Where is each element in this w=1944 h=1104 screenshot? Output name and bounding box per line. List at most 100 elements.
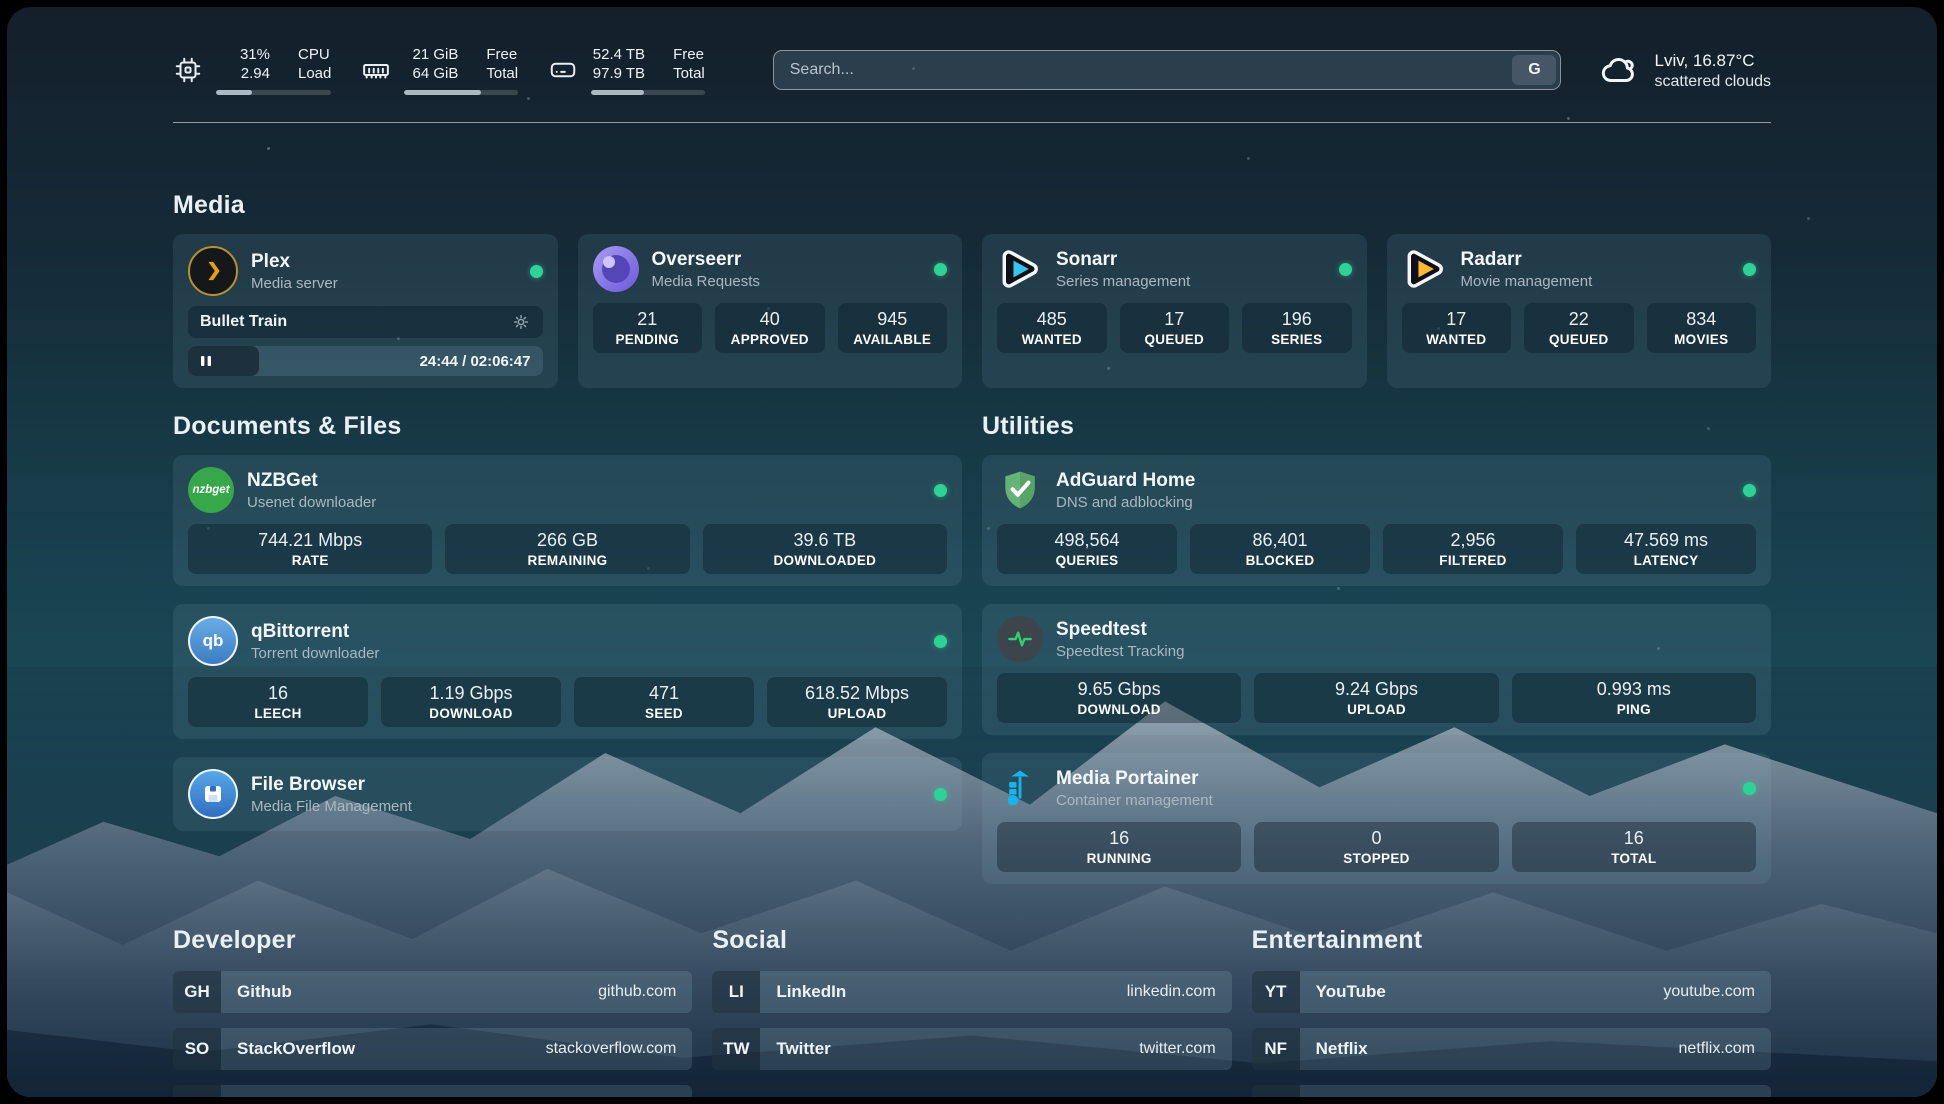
- link-netflix[interactable]: NF Netflix netflix.com: [1252, 1028, 1771, 1070]
- stat-value: 17: [1124, 308, 1226, 331]
- card-adguard[interactable]: AdGuard Home DNS and adblocking 498,564 …: [982, 455, 1771, 586]
- stat-series: 196 SERIES: [1242, 303, 1352, 353]
- weather-text: Lviv, 16.87°C scattered clouds: [1654, 49, 1771, 92]
- stat-value: 196: [1246, 308, 1348, 331]
- cpu-progress-fill: [216, 90, 252, 95]
- card-filebrowser[interactable]: File Browser Media File Management: [173, 757, 962, 831]
- storage-progress-track: [591, 90, 705, 95]
- adguard-status-dot: [1743, 484, 1756, 497]
- link-abbr: YT: [1252, 971, 1300, 1013]
- storage-total-value: 97.9 TB: [591, 64, 645, 83]
- adguard-title: AdGuard Home: [1056, 469, 1195, 493]
- stat-wanted: 17 WANTED: [1402, 303, 1512, 353]
- stat-download: 1.19 Gbps DOWNLOAD: [381, 677, 561, 727]
- link-name: Reddit: [1316, 1096, 1369, 1097]
- card-plex[interactable]: Plex Media server Bullet Train: [173, 234, 558, 388]
- memory-total-value: 64 GiB: [404, 64, 458, 83]
- link-url: twitter.com: [1139, 1040, 1215, 1058]
- stat-label: FILTERED: [1387, 552, 1559, 569]
- stat-label: QUEUED: [1528, 331, 1630, 348]
- nzbget-icon: nzbget: [188, 467, 234, 513]
- section-documents: Documents & Files nzbget NZBGet Usenet d…: [173, 412, 962, 831]
- stat-label: PING: [1516, 701, 1752, 718]
- stat-value: 0: [1258, 827, 1494, 850]
- link-url: youtube.com: [1663, 983, 1755, 1001]
- link-abbr: GH: [173, 971, 221, 1013]
- filebrowser-subtitle: Media File Management: [251, 797, 412, 816]
- stat-label: QUEUED: [1124, 331, 1226, 348]
- stat-running: 16 RUNNING: [997, 822, 1241, 872]
- stat-label: APPROVED: [719, 331, 821, 348]
- stat-label: SERIES: [1246, 331, 1348, 348]
- card-portainer[interactable]: Media Portainer Container management 16 …: [982, 753, 1771, 884]
- portainer-title: Media Portainer: [1056, 767, 1213, 791]
- link-linkedin[interactable]: LI LinkedIn linkedin.com: [712, 971, 1231, 1013]
- link-youtube[interactable]: YT YouTube youtube.com: [1252, 971, 1771, 1013]
- cloud-icon: [1599, 49, 1641, 91]
- stat-value: 485: [1001, 308, 1103, 331]
- overseerr-icon-highlight: [603, 256, 615, 268]
- qbittorrent-icon: qb: [188, 616, 238, 666]
- link-stackoverflow[interactable]: SO StackOverflow stackoverflow.com: [173, 1028, 692, 1070]
- weather-condition: scattered clouds: [1654, 72, 1771, 92]
- speedtest-stats: 9.65 Gbps DOWNLOAD 9.24 Gbps UPLOAD 0.99…: [997, 673, 1756, 723]
- stat-filtered: 2,956 FILTERED: [1383, 524, 1563, 574]
- stat-value: 86,401: [1194, 529, 1366, 552]
- search-input[interactable]: [773, 50, 1562, 90]
- stat-label: BLOCKED: [1194, 552, 1366, 569]
- portainer-status-dot: [1743, 782, 1756, 795]
- stat-label: RATE: [192, 552, 428, 569]
- top-bar: 31% 2.94 CPU Load: [173, 45, 1771, 95]
- stat-value: 16: [1516, 827, 1752, 850]
- stat-seed: 471 SEED: [574, 677, 754, 727]
- section-developer: Developer GH Github github.com SO StackO…: [173, 926, 692, 1097]
- dashboard-content: 31% 2.94 CPU Load: [7, 7, 1937, 1097]
- card-radarr[interactable]: Radarr Movie management 17 WANTED 22 QUE…: [1387, 234, 1772, 388]
- card-overseerr[interactable]: Overseerr Media Requests 21 PENDING 40 A…: [578, 234, 963, 388]
- stat-value: 9.65 Gbps: [1001, 678, 1237, 701]
- link-url: github.com: [598, 983, 676, 1001]
- card-qbittorrent[interactable]: qb qBittorrent Torrent downloader 16 LEE…: [173, 604, 962, 739]
- stat-value: 471: [578, 682, 750, 705]
- stat-pending: 21 PENDING: [593, 303, 703, 353]
- stat-value: 21: [597, 308, 699, 331]
- card-sonarr[interactable]: Sonarr Series management 485 WANTED 17 Q…: [982, 234, 1367, 388]
- link-name: Github: [237, 982, 292, 1002]
- plex-playback-bar: 24:44 / 02:06:47: [188, 346, 543, 376]
- memory-progress-track: [404, 90, 518, 95]
- card-nzbget[interactable]: nzbget NZBGet Usenet downloader 744.21 M…: [173, 455, 962, 586]
- overseerr-status-dot: [934, 263, 947, 276]
- gear-icon: [511, 312, 531, 332]
- plex-titles: Plex Media server: [251, 250, 338, 293]
- dashboard-screen: 31% 2.94 CPU Load: [7, 7, 1937, 1097]
- cpu-label: CPU: [298, 45, 331, 64]
- plex-title: Plex: [251, 250, 338, 274]
- link-github[interactable]: GH Github github.com: [173, 971, 692, 1013]
- storage-stat: 52.4 TB 97.9 TB Free Total: [548, 45, 705, 95]
- nzbget-title: NZBGet: [247, 469, 376, 493]
- radarr-titles: Radarr Movie management: [1461, 248, 1593, 291]
- pause-icon[interactable]: [198, 353, 214, 369]
- overseerr-titles: Overseerr Media Requests: [652, 248, 760, 291]
- search-engine-button[interactable]: G: [1512, 55, 1556, 85]
- link-abbr: NF: [1252, 1028, 1300, 1070]
- radarr-subtitle: Movie management: [1461, 272, 1593, 291]
- filebrowser-icon: [188, 769, 238, 819]
- stat-value: 39.6 TB: [707, 529, 943, 552]
- plex-playback-time: 24:44 / 02:06:47: [420, 353, 531, 370]
- stat-stopped: 0 STOPPED: [1254, 822, 1498, 872]
- storage-total-label: Total: [673, 64, 705, 83]
- stat-queued: 17 QUEUED: [1120, 303, 1230, 353]
- link-twitter[interactable]: TW Twitter twitter.com: [712, 1028, 1231, 1070]
- link-name: StackOverflow: [237, 1039, 355, 1059]
- nzbget-subtitle: Usenet downloader: [247, 493, 376, 512]
- stat-label: UPLOAD: [1258, 701, 1494, 718]
- weather-summary: Lviv, 16.87°C: [1654, 49, 1771, 72]
- stat-label: LATENCY: [1580, 552, 1752, 569]
- link-reddit[interactable]: RE Reddit reddit.com: [1252, 1085, 1771, 1097]
- link-dev[interactable]: DT DEV dev.to: [173, 1085, 692, 1097]
- card-speedtest[interactable]: Speedtest Speedtest Tracking 9.65 Gbps D…: [982, 604, 1771, 735]
- stat-value: 834: [1651, 308, 1753, 331]
- overseerr-subtitle: Media Requests: [652, 272, 760, 291]
- link-abbr: RE: [1252, 1085, 1300, 1097]
